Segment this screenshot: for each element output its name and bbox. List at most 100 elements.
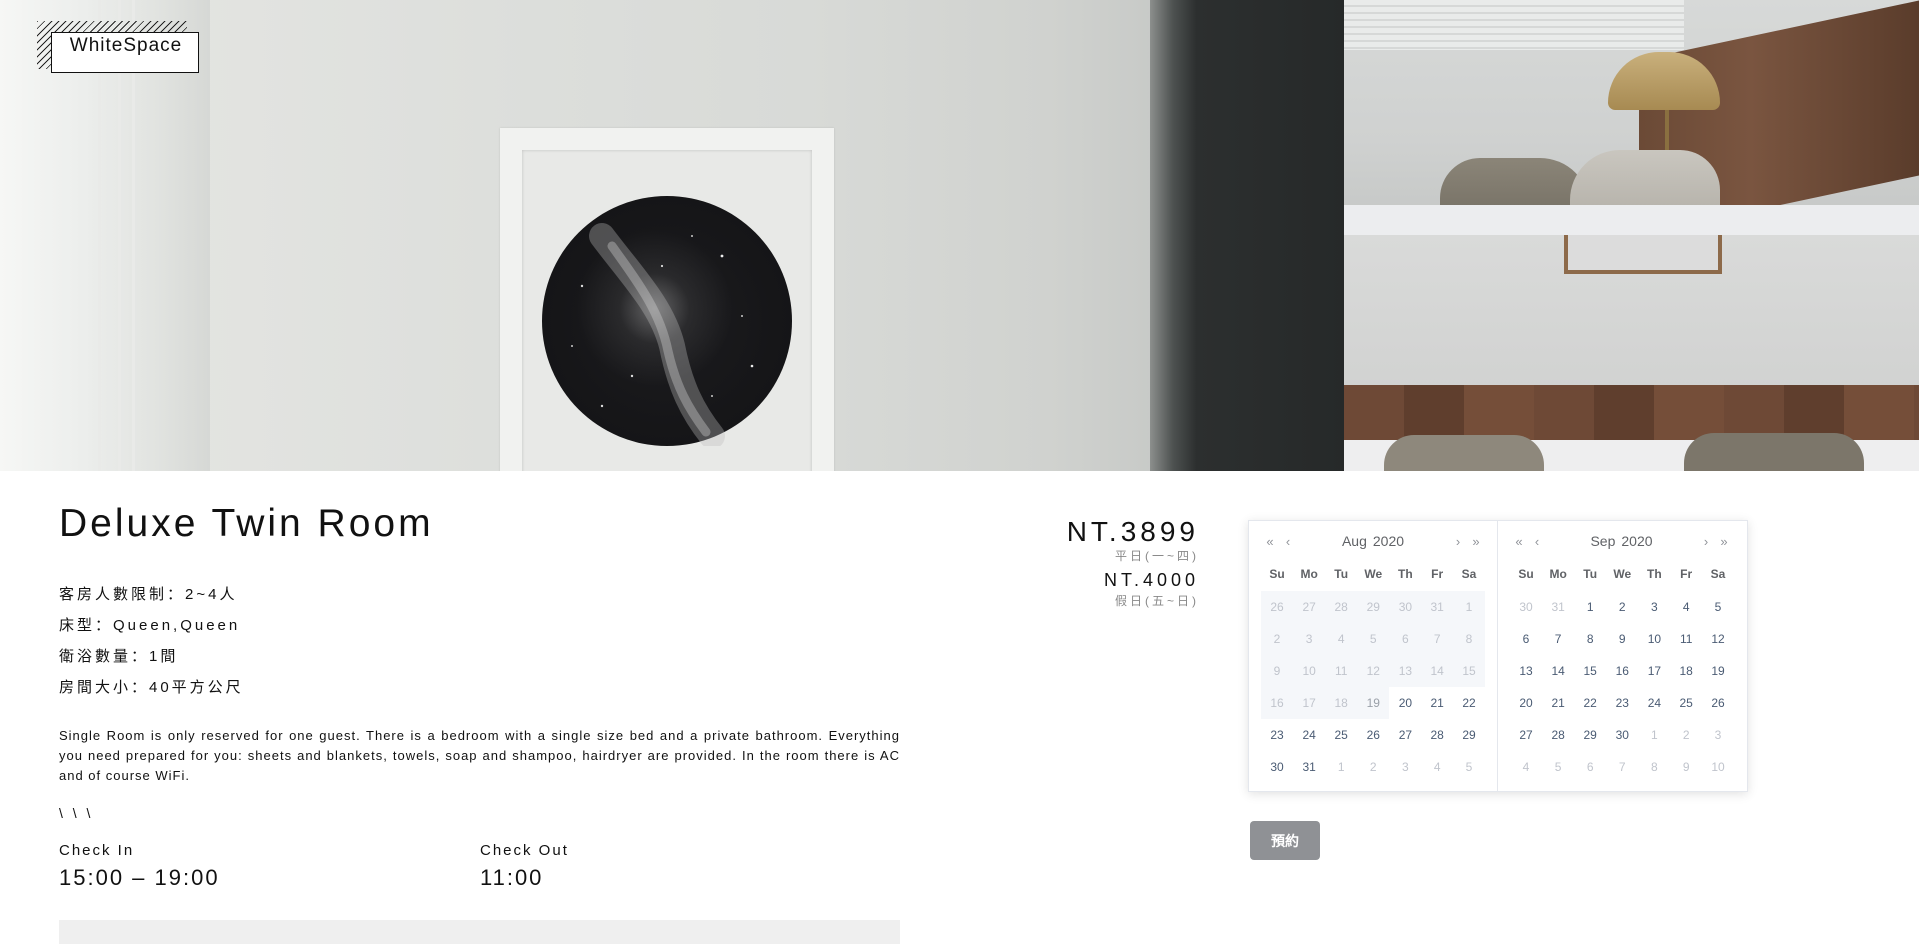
calendar-day-outside-month[interactable]: 7 [1606, 751, 1638, 783]
calendar-day[interactable]: 29 [1574, 719, 1606, 751]
calendar-day-disabled: 16 [1261, 687, 1294, 719]
calendar-body: 26 27 28 29 30 31 1 2 3 4 5 6 7 8 9 10 11 12 13 14 15 16 17 18 1… [1261, 591, 1485, 783]
calendar-day[interactable]: 29 [1453, 719, 1485, 751]
weekday-price: NT.3899 [1066, 516, 1199, 547]
calendar-day-outside-month[interactable]: 2 [1357, 751, 1389, 783]
next-month-button[interactable]: › [1697, 534, 1715, 549]
prev-month-button[interactable]: ‹ [1528, 534, 1546, 549]
calendar-day-outside-month[interactable]: 5 [1542, 751, 1574, 783]
calendar-day-disabled: 28 [1325, 591, 1358, 623]
calendar-day[interactable]: 5 [1702, 591, 1734, 623]
weekday-header: Fr [1680, 567, 1693, 581]
calendar-day[interactable]: 15 [1574, 655, 1606, 687]
book-button[interactable]: 預約 [1250, 821, 1320, 860]
calendar-day[interactable]: 16 [1606, 655, 1638, 687]
calendar-day[interactable]: 13 [1510, 655, 1542, 687]
logo[interactable]: WhiteSpace [37, 21, 202, 76]
calendar-day[interactable]: 26 [1357, 719, 1389, 751]
date-range-picker[interactable]: « ‹ Aug 2020 › » Su Mo Tu We Th Fr Sa 26 27 28 29 3… [1248, 520, 1748, 792]
calendar-day[interactable]: 22 [1574, 687, 1606, 719]
calendar-day-disabled: 29 [1357, 591, 1390, 623]
hero-gallery [0, 0, 1919, 471]
calendar-day-disabled: 10 [1293, 655, 1326, 687]
calendar-day[interactable]: 28 [1421, 719, 1453, 751]
calendar-day[interactable]: 11 [1670, 623, 1702, 655]
calendar-day[interactable]: 19 [1702, 655, 1734, 687]
calendar-day[interactable]: 25 [1670, 687, 1702, 719]
calendar-day[interactable]: 25 [1325, 719, 1357, 751]
weekend-note: 假日(五~日) [1114, 594, 1199, 608]
calendar-week-row: 20 21 22 23 24 25 26 [1510, 687, 1734, 719]
calendar-day[interactable]: 2 [1606, 591, 1638, 623]
calendar-day[interactable]: 1 [1574, 591, 1606, 623]
calendar-day[interactable]: 20 [1510, 687, 1542, 719]
calendar-day-outside-month[interactable]: 30 [1510, 591, 1542, 623]
calendar-day[interactable]: 4 [1670, 591, 1702, 623]
calendar-day[interactable]: 27 [1510, 719, 1542, 751]
calendar-day[interactable]: 31 [1293, 751, 1325, 783]
calendar-day-outside-month[interactable]: 9 [1670, 751, 1702, 783]
calendar-day-disabled: 8 [1452, 623, 1485, 655]
calendar-day-outside-month[interactable]: 5 [1453, 751, 1485, 783]
calendar-day[interactable]: 17 [1638, 655, 1670, 687]
calendar-day-outside-month[interactable]: 10 [1702, 751, 1734, 783]
calendar-day-disabled: 3 [1293, 623, 1326, 655]
calendar-day-outside-month[interactable]: 8 [1638, 751, 1670, 783]
calendar-day-disabled: 7 [1421, 623, 1453, 655]
calendar-day-outside-month[interactable]: 1 [1638, 719, 1670, 751]
prev-year-button[interactable]: « [1261, 534, 1279, 549]
calendar-day[interactable]: 22 [1453, 687, 1485, 719]
calendar-day-disabled: 1 [1452, 591, 1485, 623]
calendar-day[interactable]: 18 [1670, 655, 1702, 687]
calendar-day[interactable]: 10 [1638, 623, 1670, 655]
calendar-day[interactable]: 28 [1542, 719, 1574, 751]
check-in: Check In 15:00 – 19:00 [59, 842, 220, 891]
weekday-header: Tu [1583, 567, 1598, 581]
weekday-header: We [1364, 567, 1383, 581]
month-label: Sep [1590, 533, 1616, 549]
calendar-day[interactable]: 24 [1293, 719, 1325, 751]
calendar-day[interactable]: 23 [1261, 719, 1293, 751]
next-year-button[interactable]: » [1467, 534, 1485, 549]
calendar-day[interactable]: 6 [1510, 623, 1542, 655]
calendar-day-outside-month[interactable]: 1 [1325, 751, 1357, 783]
calendar-day[interactable]: 21 [1421, 687, 1453, 719]
calendar-day[interactable]: 8 [1574, 623, 1606, 655]
prev-year-button[interactable]: « [1510, 534, 1528, 549]
calendar-week-row: 2345678 [1261, 623, 1485, 655]
prev-month-button[interactable]: ‹ [1279, 534, 1297, 549]
year-label: 2020 [1372, 533, 1405, 549]
calendar-day-outside-month[interactable]: 4 [1510, 751, 1542, 783]
calendar-day-outside-month[interactable]: 6 [1574, 751, 1606, 783]
calendar-day-outside-month[interactable]: 3 [1389, 751, 1421, 783]
room-photo-bed [1344, 235, 1919, 471]
logo-box: WhiteSpace [51, 32, 199, 73]
calendar-day[interactable]: 26 [1702, 687, 1734, 719]
calendar-day-outside-month[interactable]: 4 [1421, 751, 1453, 783]
next-month-button[interactable]: › [1449, 534, 1467, 549]
calendar-day-outside-month[interactable]: 3 [1702, 719, 1734, 751]
calendar-day[interactable]: 27 [1389, 719, 1421, 751]
calendar-header: « ‹ Sep 2020 › » [1510, 529, 1733, 553]
info-guest-limit: 客房人數限制：2~4人 [59, 586, 238, 603]
calendar-day[interactable]: 14 [1542, 655, 1574, 687]
calendar-week-row: 23 24 25 26 27 28 29 [1261, 719, 1485, 751]
calendar-day[interactable]: 20 [1389, 687, 1421, 719]
calendar-day[interactable]: 3 [1638, 591, 1670, 623]
calendar-day[interactable]: 12 [1702, 623, 1734, 655]
calendar-day[interactable]: 7 [1542, 623, 1574, 655]
next-year-button[interactable]: » [1715, 534, 1733, 549]
check-out-time: 11:00 [480, 865, 544, 890]
calendar-week-row: 16 17 18 19 20 21 22 [1261, 687, 1485, 719]
calendar-day[interactable]: 23 [1606, 687, 1638, 719]
calendar-day[interactable]: 9 [1606, 623, 1638, 655]
calendar-day-disabled: 11 [1325, 655, 1358, 687]
calendar-week-row: 13 14 15 16 17 18 19 [1510, 655, 1734, 687]
calendar-day[interactable]: 21 [1542, 687, 1574, 719]
calendar-day[interactable]: 24 [1638, 687, 1670, 719]
weekday-row: Su Mo Tu We Th Fr Sa [1510, 557, 1734, 591]
calendar-day[interactable]: 30 [1261, 751, 1293, 783]
calendar-day-outside-month[interactable]: 31 [1542, 591, 1574, 623]
calendar-day-outside-month[interactable]: 2 [1670, 719, 1702, 751]
calendar-day[interactable]: 30 [1606, 719, 1638, 751]
